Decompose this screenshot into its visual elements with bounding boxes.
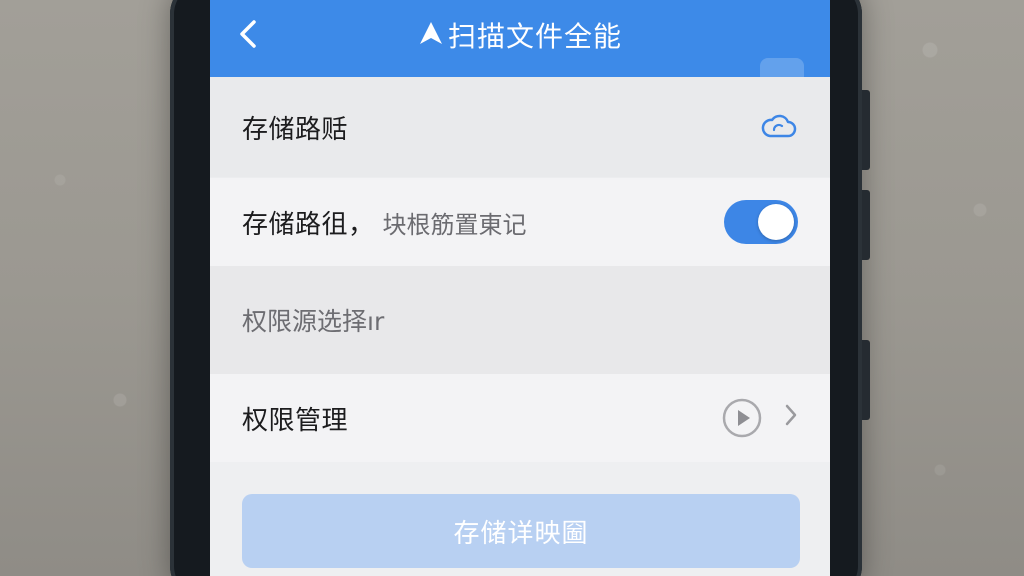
row-storage-toggle-sublabel: 块根筋置東记 [382, 210, 527, 239]
app-header: 扫描文件全能 [210, 0, 830, 84]
cloud-icon [761, 114, 797, 138]
phone-side-button [862, 190, 870, 260]
storage-toggle-switch[interactable] [724, 200, 798, 244]
section-permission-source-label: 权限源选择ır [242, 307, 385, 336]
row-storage-toggle: 存储路徂， 块根筋置東记 [210, 178, 830, 266]
page-title-text: 扫描文件全能 [447, 20, 622, 53]
chevron-right-icon [784, 403, 798, 434]
row-storage-path[interactable]: 存储路䞌 [210, 77, 830, 177]
toggle-knob [758, 204, 794, 240]
row-storage-path-label: 存储路䞌 [242, 114, 349, 145]
app-logo-icon [418, 19, 444, 55]
page-title: 扫描文件全能 [210, 18, 830, 55]
storage-primary-button[interactable]: 存储详映圙 [242, 494, 800, 568]
phone-side-button [862, 90, 870, 170]
phone-frame: 扫描文件全能 存储路䞌 存储路徂， 块根筋置東记 权限源选择ır 权限管理 存储… [170, 0, 870, 576]
row-storage-toggle-label: 存储路徂， [242, 209, 375, 240]
row-permission-manage-label: 权限管理 [242, 405, 349, 436]
row-permission-manage[interactable]: 权限管理 [210, 374, 830, 462]
section-permission-source: 权限源选择ır [210, 266, 830, 374]
app-screen: 扫描文件全能 存储路䞌 存储路徂， 块根筋置東记 权限源选择ır 权限管理 存储… [210, 0, 830, 576]
phone-side-button [862, 340, 870, 420]
play-circle-icon[interactable] [720, 396, 764, 440]
